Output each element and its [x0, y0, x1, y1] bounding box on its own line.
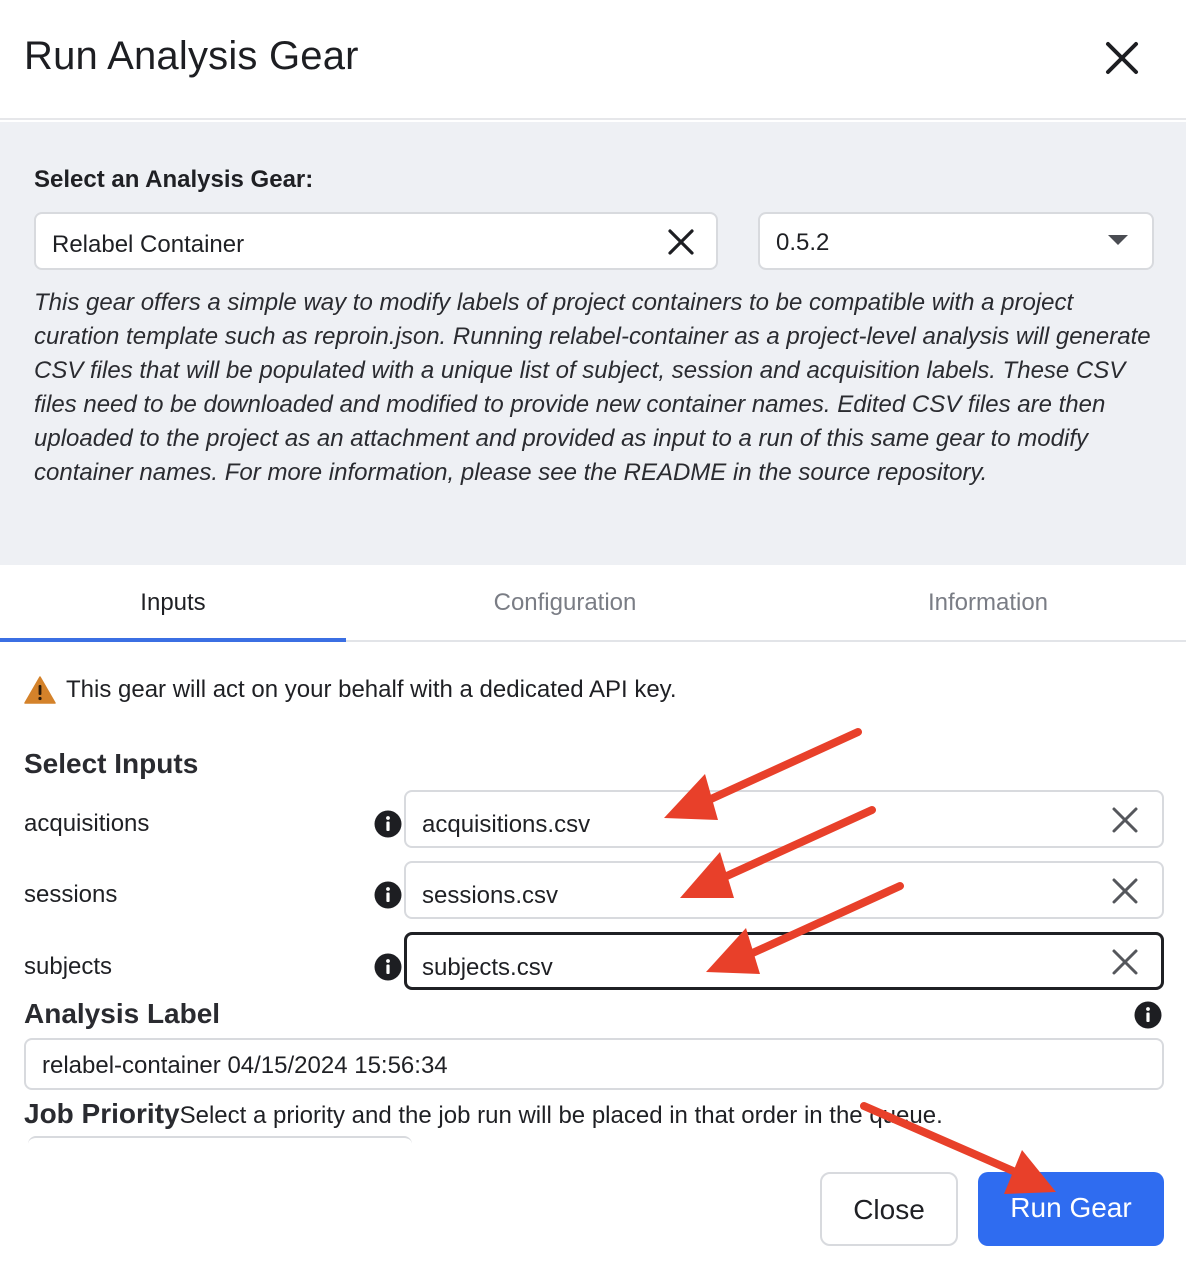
input-label-subjects: subjects [24, 953, 113, 980]
clear-icon[interactable] [1110, 876, 1140, 906]
run-gear-button[interactable]: Run Gear [978, 1172, 1164, 1246]
job-priority-title: Job Priority [24, 1098, 180, 1129]
gear-description: This gear offers a simple way to modify … [34, 289, 1151, 486]
analysis-label-input[interactable]: relabel-container 04/15/2024 15:56:34 [24, 1038, 1164, 1090]
tab-configuration[interactable]: Configuration [392, 565, 738, 642]
gear-select-value: Relabel Container [52, 231, 245, 258]
select-inputs-title: Select Inputs [24, 748, 199, 779]
acquisitions-file-value: acquisitions.csv [422, 811, 591, 838]
warning-text: This gear will act on your behalf with a… [66, 676, 677, 703]
info-icon[interactable] [374, 881, 402, 909]
sessions-file-value: sessions.csv [422, 882, 559, 909]
analysis-label-value: relabel-container 04/15/2024 15:56:34 [42, 1052, 448, 1079]
job-priority-row: Job PrioritySelect a priority and the jo… [24, 1098, 943, 1130]
info-icon[interactable] [374, 953, 402, 981]
job-priority-description: Select a priority and the job run will b… [179, 1102, 943, 1129]
job-priority-select[interactable] [28, 1136, 412, 1144]
version-select-value: 0.5.2 [776, 229, 830, 256]
close-icon[interactable] [1100, 36, 1144, 80]
clear-icon[interactable] [1110, 947, 1140, 977]
input-label-sessions: sessions [24, 881, 118, 908]
dialog-header: Run Analysis Gear [0, 0, 1186, 120]
warning-icon [24, 676, 56, 704]
clear-icon[interactable] [1110, 805, 1140, 835]
close-button[interactable]: Close [820, 1172, 958, 1246]
info-icon[interactable] [1134, 1001, 1162, 1029]
subjects-file-value: subjects.csv [422, 954, 553, 981]
subjects-file-input[interactable]: subjects.csv [404, 932, 1164, 990]
gear-selection-panel: Select an Analysis Gear: Relabel Contain… [0, 122, 1186, 565]
tab-bar: Inputs Configuration Information [0, 565, 1186, 642]
chevron-down-icon[interactable] [1108, 235, 1128, 245]
gear-select-label: Select an Analysis Gear: [34, 166, 314, 193]
clear-icon[interactable] [664, 225, 698, 259]
gear-select[interactable]: Relabel Container [34, 212, 718, 270]
tab-inputs[interactable]: Inputs [0, 565, 346, 642]
analysis-label-title: Analysis Label [24, 998, 221, 1029]
version-select[interactable]: 0.5.2 [758, 212, 1154, 270]
active-tab-indicator [0, 638, 346, 642]
sessions-file-input[interactable]: sessions.csv [404, 861, 1164, 919]
tab-information[interactable]: Information [815, 565, 1161, 642]
info-icon[interactable] [374, 810, 402, 838]
input-label-acquisitions: acquisitions [24, 810, 150, 837]
acquisitions-file-input[interactable]: acquisitions.csv [404, 790, 1164, 848]
dialog-title: Run Analysis Gear [24, 34, 359, 78]
